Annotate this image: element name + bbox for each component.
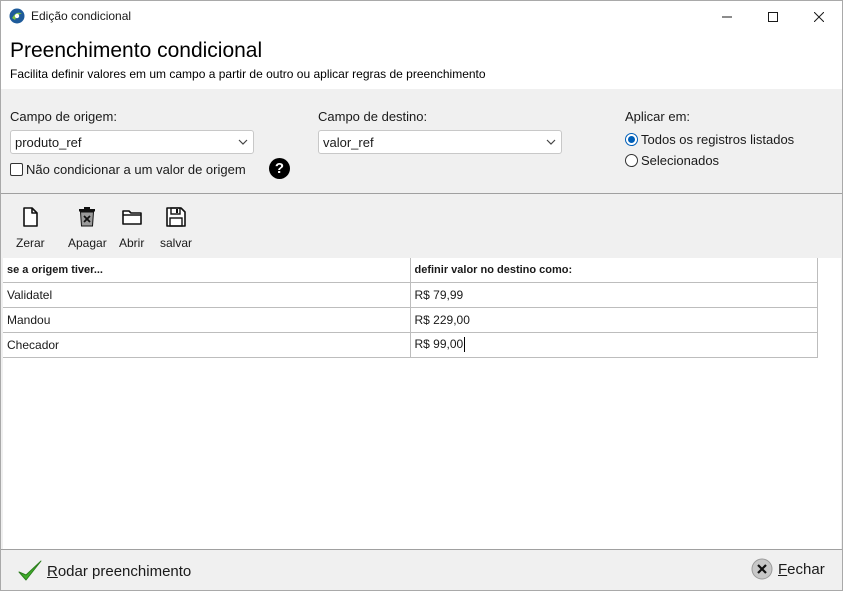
dest-cell-value: R$ 99,00	[414, 336, 464, 351]
save-icon	[166, 207, 186, 227]
options-panel: Campo de origem: produto_ref Não condici…	[1, 89, 842, 193]
reset-label: Zerar	[16, 236, 45, 250]
page-title: Preenchimento condicional	[10, 39, 263, 62]
dest-field-select[interactable]: valor_ref	[318, 130, 562, 154]
column-header-origin[interactable]: se a origem tiver...	[3, 258, 411, 283]
save-button[interactable]: salvar	[160, 206, 192, 250]
minimize-button[interactable]	[704, 1, 750, 32]
run-fill-label: odar preenchimento	[57, 562, 192, 580]
folder-icon	[121, 210, 142, 225]
origin-field-label: Campo de origem:	[10, 109, 117, 124]
delete-button[interactable]: Apagar	[68, 206, 107, 250]
close-mnemonic: F	[778, 560, 788, 578]
help-icon[interactable]: ?	[269, 158, 290, 179]
title-bar: Edição condicional	[1, 1, 842, 32]
close-window-button[interactable]	[796, 1, 842, 32]
dialog-window: Edição condicional Preenchimento condici…	[0, 0, 843, 591]
page-subtitle: Facilita definir valores em um campo a p…	[10, 67, 486, 81]
open-button[interactable]: Abrir	[119, 206, 144, 250]
delete-label: Apagar	[68, 236, 107, 250]
trash-icon	[79, 207, 96, 227]
table-row[interactable]: Checador R$ 99,00	[3, 331, 818, 358]
table-row[interactable]: Validatel R$ 79,99	[3, 282, 818, 308]
no-condition-checkbox[interactable]	[10, 163, 23, 176]
apply-all-label: Todos os registros listados	[641, 132, 795, 147]
chevron-down-icon	[238, 139, 248, 145]
close-label: echar	[787, 560, 825, 578]
origin-field-select[interactable]: produto_ref	[10, 130, 254, 154]
origin-field-value: produto_ref	[15, 134, 82, 150]
origin-cell[interactable]: Validatel	[3, 282, 411, 308]
app-logo-icon	[9, 8, 25, 24]
toolbar: Zerar Apagar Abrir salvar	[1, 194, 842, 258]
maximize-icon	[768, 11, 778, 22]
dest-cell-editor[interactable]: R$ 99,00	[409, 331, 818, 358]
table-header-row: se a origem tiver... definir valor no de…	[3, 258, 818, 283]
checkmark-icon	[18, 560, 42, 581]
table-row[interactable]: Mandou R$ 229,00	[3, 307, 818, 333]
chevron-down-icon	[546, 139, 556, 145]
apply-selected-label: Selecionados	[641, 153, 720, 168]
dest-cell[interactable]: R$ 229,00	[410, 307, 818, 333]
dest-field-value: valor_ref	[323, 134, 374, 150]
window-title: Edição condicional	[31, 9, 132, 23]
origin-cell[interactable]: Checador	[3, 332, 411, 358]
run-fill-mnemonic: R	[47, 562, 58, 580]
run-fill-button[interactable]: Rodar preenchimento	[17, 558, 191, 584]
new-file-icon	[23, 207, 39, 227]
text-caret	[464, 337, 466, 353]
dest-field-label: Campo de destino:	[318, 109, 428, 124]
origin-cell[interactable]: Mandou	[3, 307, 411, 333]
maximize-button[interactable]	[750, 1, 796, 32]
close-circle-icon	[751, 558, 773, 580]
dest-cell[interactable]: R$ 79,99	[410, 282, 818, 308]
minimize-icon	[722, 16, 732, 17]
rules-grid[interactable]: se a origem tiver... definir valor no de…	[3, 258, 841, 549]
apply-to-label: Aplicar em:	[625, 109, 691, 124]
rules-table: se a origem tiver... definir valor no de…	[3, 258, 818, 358]
reset-button[interactable]: Zerar	[16, 206, 45, 250]
column-header-dest[interactable]: definir valor no destino como:	[410, 258, 818, 283]
dialog-header: Preenchimento condicional Facilita defin…	[1, 32, 842, 89]
close-icon	[814, 11, 824, 22]
no-condition-label: Não condicionar a um valor de origem	[26, 162, 246, 177]
dialog-footer: Rodar preenchimento Fechar	[1, 550, 842, 590]
open-label: Abrir	[119, 236, 145, 250]
apply-selected-radio[interactable]	[625, 154, 638, 167]
apply-all-radio[interactable]	[625, 133, 638, 146]
save-label: salvar	[160, 236, 193, 250]
close-button[interactable]: Fechar	[751, 558, 825, 580]
